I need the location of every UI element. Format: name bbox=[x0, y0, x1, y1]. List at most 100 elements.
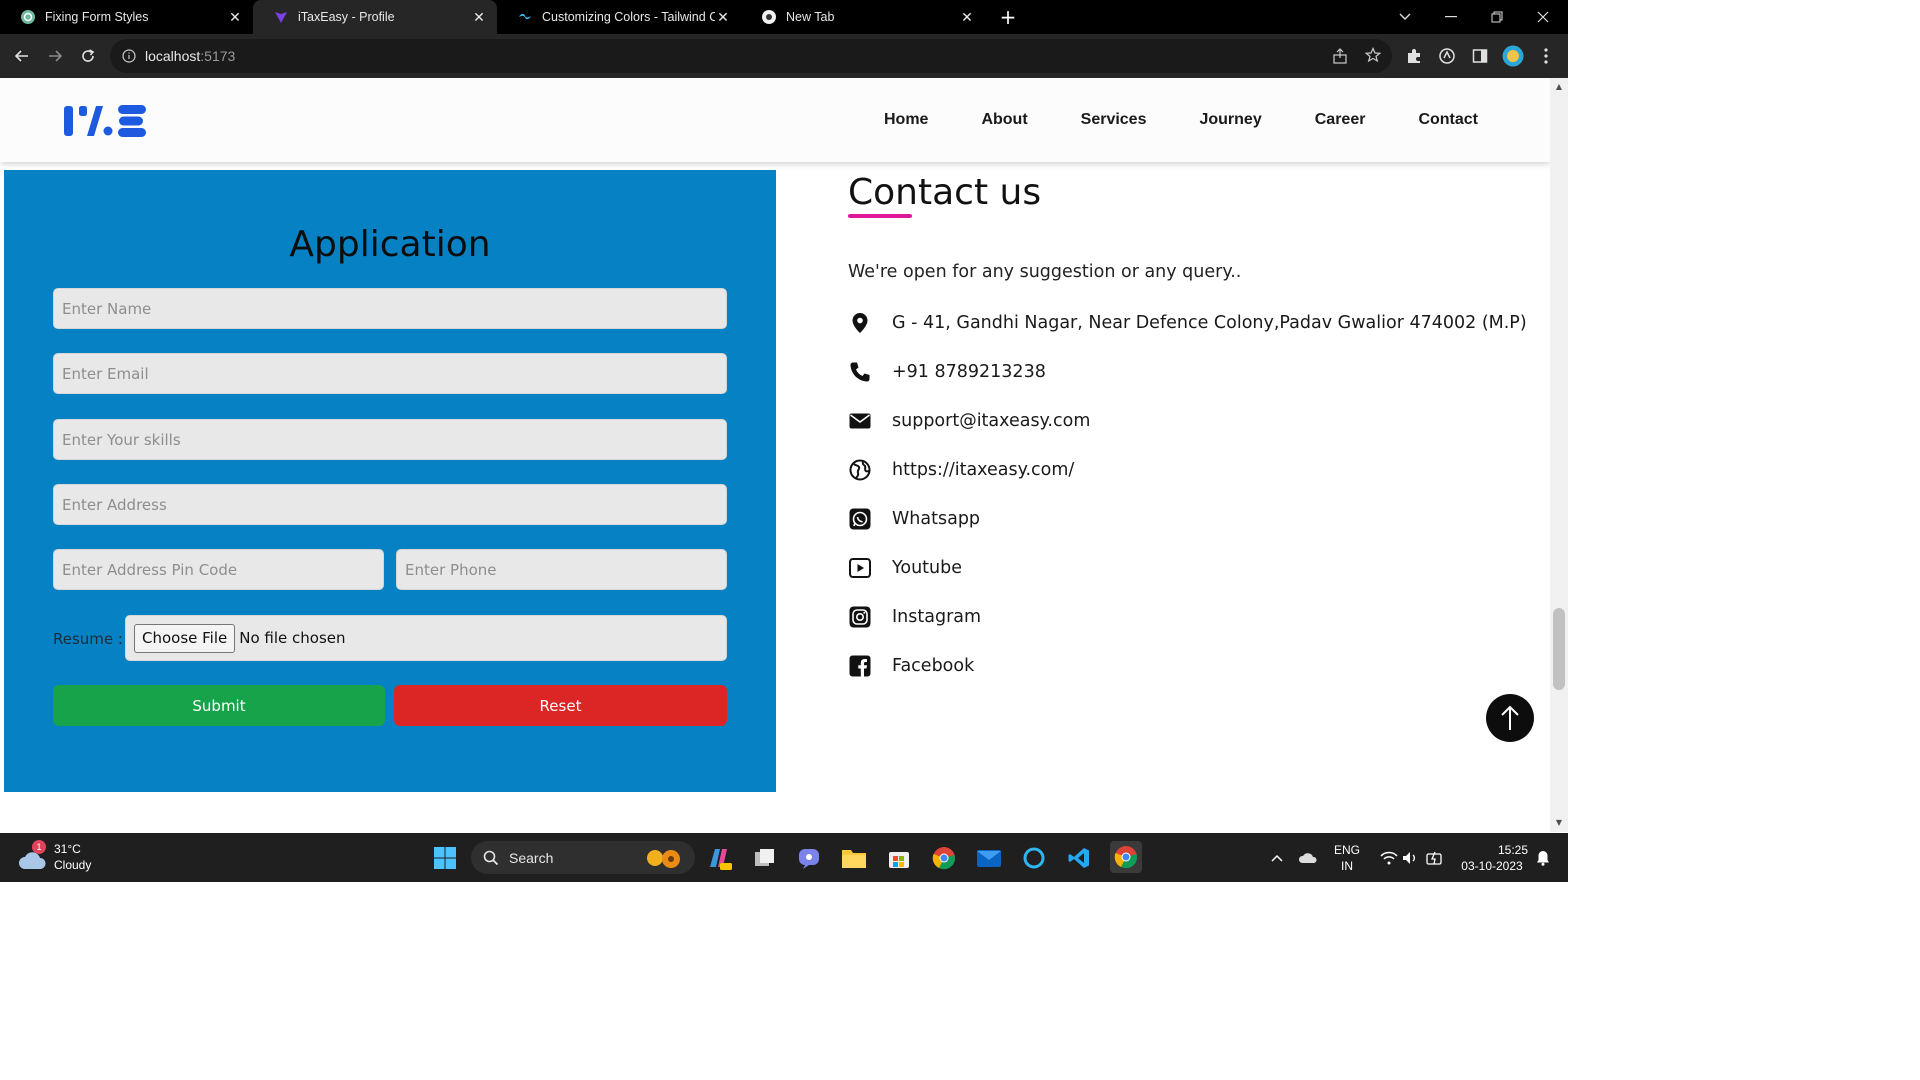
name-input[interactable]: Enter Name bbox=[53, 288, 727, 329]
facebook-text[interactable]: Facebook bbox=[892, 656, 974, 676]
extension-icon[interactable] bbox=[1435, 44, 1459, 68]
scroll-to-top-button[interactable] bbox=[1486, 694, 1534, 742]
phone-text[interactable]: +91 8789213238 bbox=[892, 362, 1046, 382]
close-tab-icon[interactable]: ✕ bbox=[959, 9, 975, 25]
nav-link-career[interactable]: Career bbox=[1315, 111, 1366, 129]
tab-title: New Tab bbox=[786, 10, 835, 24]
choose-file-button[interactable]: Choose File bbox=[134, 623, 236, 653]
nav-link-services[interactable]: Services bbox=[1081, 111, 1147, 129]
whatsapp-text[interactable]: Whatsapp bbox=[892, 509, 980, 529]
microsoft-store-icon[interactable] bbox=[886, 845, 912, 871]
tab-title: Customizing Colors - Tailwind CSS bbox=[542, 10, 715, 24]
tab-fixing-form-styles[interactable]: Fixing Form Styles ✕ bbox=[0, 0, 253, 34]
tab-itaxeasy-profile[interactable]: iTaxEasy - Profile ✕ bbox=[253, 0, 497, 34]
tray-chevron-up-icon[interactable] bbox=[1264, 845, 1290, 871]
chrome-taskbar-icon[interactable] bbox=[931, 845, 957, 871]
chatgpt-icon bbox=[20, 9, 36, 25]
nav-link-journey[interactable]: Journey bbox=[1199, 111, 1261, 129]
address-text: G - 41, Gandhi Nagar, Near Defence Colon… bbox=[892, 313, 1527, 333]
close-tab-icon[interactable]: ✕ bbox=[471, 9, 487, 25]
teams-chat-icon[interactable] bbox=[796, 845, 822, 871]
phone-input[interactable]: Enter Phone bbox=[396, 549, 727, 590]
site-navbar: Home About Services Journey Career Conta… bbox=[0, 78, 1550, 162]
site-logo[interactable] bbox=[63, 102, 149, 144]
task-view-icon[interactable] bbox=[752, 845, 778, 871]
skills-input[interactable]: Enter Your skills bbox=[53, 419, 727, 460]
battery-icon[interactable] bbox=[1422, 845, 1448, 871]
email-placeholder: Enter Email bbox=[62, 364, 149, 383]
site-info-icon[interactable] bbox=[122, 48, 136, 67]
language-indicator[interactable]: ENG IN bbox=[1334, 842, 1360, 874]
pincode-input[interactable]: Enter Address Pin Code bbox=[53, 549, 384, 590]
vite-icon bbox=[273, 9, 289, 25]
tab-search-chevron-icon[interactable] bbox=[1382, 0, 1428, 34]
envelope-icon bbox=[848, 409, 872, 433]
reset-button[interactable]: Reset bbox=[394, 685, 727, 726]
weather-desc: Cloudy bbox=[54, 858, 92, 872]
scroll-down-arrow-icon[interactable]: ▼ bbox=[1554, 818, 1564, 828]
vscode-icon[interactable] bbox=[1066, 845, 1092, 871]
address-input[interactable]: Enter Address bbox=[53, 484, 727, 525]
pincode-placeholder: Enter Address Pin Code bbox=[62, 560, 238, 579]
scrollbar-thumb[interactable] bbox=[1553, 608, 1565, 690]
address-bar[interactable]: localhost:5173 bbox=[110, 39, 1392, 73]
phone-icon bbox=[848, 360, 872, 384]
tailwind-icon bbox=[517, 9, 533, 25]
close-tab-icon[interactable]: ✕ bbox=[227, 9, 243, 25]
email-input[interactable]: Enter Email bbox=[53, 353, 727, 394]
application-form-panel: Application Enter Name Enter Email Enter… bbox=[4, 170, 776, 792]
close-window-icon[interactable] bbox=[1520, 0, 1566, 34]
reload-icon[interactable] bbox=[76, 44, 100, 68]
back-arrow-icon[interactable] bbox=[10, 44, 34, 68]
close-tab-icon[interactable]: ✕ bbox=[715, 9, 731, 25]
mail-icon[interactable] bbox=[976, 845, 1002, 871]
tab-new-tab[interactable]: New Tab ✕ bbox=[741, 0, 985, 34]
nav-link-contact[interactable]: Contact bbox=[1418, 111, 1478, 129]
forward-arrow-icon[interactable] bbox=[43, 44, 67, 68]
skills-placeholder: Enter Your skills bbox=[62, 430, 181, 449]
tab-customizing-colors[interactable]: Customizing Colors - Tailwind CSS ✕ bbox=[497, 0, 741, 34]
contact-address: G - 41, Gandhi Nagar, Near Defence Colon… bbox=[848, 310, 1527, 336]
file-explorer-icon[interactable] bbox=[841, 845, 867, 871]
facebook-icon bbox=[848, 654, 872, 678]
tab-title: Fixing Form Styles bbox=[45, 10, 149, 24]
weather-widget[interactable]: 1 31°C Cloudy bbox=[18, 840, 92, 873]
search-label: Search bbox=[509, 849, 554, 866]
restore-window-icon[interactable] bbox=[1474, 0, 1520, 34]
chrome-active-taskbar-icon[interactable] bbox=[1110, 841, 1142, 873]
windows-start-icon[interactable] bbox=[432, 845, 458, 871]
extensions-puzzle-icon[interactable] bbox=[1402, 44, 1426, 68]
side-panel-icon[interactable] bbox=[1468, 44, 1492, 68]
cortana-icon[interactable] bbox=[1021, 845, 1047, 871]
lang-bottom: IN bbox=[1341, 859, 1353, 873]
onedrive-cloud-icon[interactable] bbox=[1295, 845, 1321, 871]
nav-link-home[interactable]: Home bbox=[884, 111, 928, 129]
clock[interactable]: 15:25 03-10-2023 bbox=[1456, 842, 1528, 874]
submit-button[interactable]: Submit bbox=[53, 685, 385, 726]
browser-menu-icon[interactable] bbox=[1534, 44, 1558, 68]
contact-facebook: Facebook bbox=[848, 653, 974, 679]
new-tab-button[interactable]: + bbox=[996, 5, 1020, 29]
taskbar-search[interactable]: Search bbox=[471, 841, 695, 874]
clock-time: 15:25 bbox=[1497, 843, 1528, 857]
instagram-text[interactable]: Instagram bbox=[892, 607, 981, 627]
nav-link-about[interactable]: About bbox=[981, 111, 1027, 129]
bookmark-star-icon[interactable] bbox=[1364, 47, 1382, 67]
resume-file-input[interactable]: Choose File No file chosen bbox=[125, 615, 727, 661]
email-text[interactable]: support@itaxeasy.com bbox=[892, 411, 1090, 431]
volume-icon[interactable] bbox=[1398, 845, 1424, 871]
contact-website: https://itaxeasy.com/ bbox=[848, 457, 1074, 483]
minimize-window-icon[interactable] bbox=[1428, 0, 1474, 34]
page-scrollbar[interactable]: ▲ ▼ bbox=[1550, 78, 1568, 832]
search-highlight-icon bbox=[641, 846, 687, 873]
copilot-icon[interactable] bbox=[706, 845, 732, 871]
contact-phone: +91 8789213238 bbox=[848, 359, 1046, 385]
scroll-up-arrow-icon[interactable]: ▲ bbox=[1554, 82, 1564, 92]
tab-title: iTaxEasy - Profile bbox=[298, 10, 395, 24]
profile-avatar[interactable] bbox=[1501, 44, 1525, 68]
share-icon[interactable] bbox=[1332, 48, 1348, 68]
youtube-text[interactable]: Youtube bbox=[892, 558, 962, 578]
phone-placeholder: Enter Phone bbox=[405, 560, 497, 579]
website-text[interactable]: https://itaxeasy.com/ bbox=[892, 460, 1074, 480]
notification-bell-icon[interactable] bbox=[1530, 845, 1556, 871]
